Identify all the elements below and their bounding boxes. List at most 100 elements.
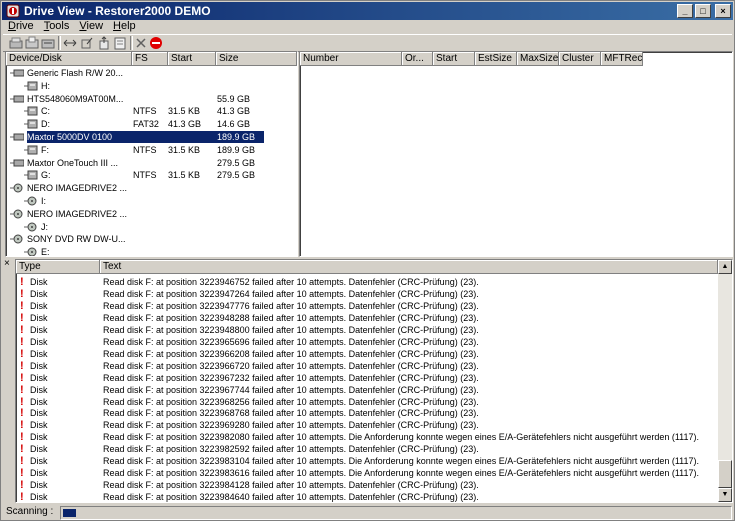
log-entry-text: Read disk F: at position 3223966720 fail… <box>103 360 479 371</box>
tree-item-partition[interactable]: J: <box>6 221 297 233</box>
tree-item-partition[interactable]: D: FAT32 41.3 GB 14.6 GB <box>6 118 297 130</box>
menu-drive[interactable]: Drive <box>2 19 38 34</box>
log-entry[interactable]: ! Disk Read disk F: at position 3223947776… <box>16 300 716 312</box>
log-entry-text: Read disk F: at position 3223968768 fail… <box>103 408 479 419</box>
maximize-button[interactable]: □ <box>695 4 711 18</box>
swap-icon[interactable] <box>63 36 77 50</box>
log-pane: × Type Text ! Disk Read disk F: at positio… <box>2 258 733 503</box>
stop-icon[interactable] <box>149 36 163 50</box>
log-vertical-scrollbar[interactable]: ▲ ▼ <box>718 260 732 502</box>
cd-drive-icon <box>10 234 23 244</box>
hard-disk-icon <box>10 69 24 77</box>
delete-icon[interactable] <box>134 36 148 50</box>
tree-item-partition[interactable]: E: <box>6 246 297 256</box>
tree-item-device[interactable]: HTS548060M9AT00M... 55.9 GB <box>6 93 297 105</box>
tree-item-name: NERO IMAGEDRIVE2 ... <box>27 183 128 194</box>
log-entry[interactable]: ! Disk Read disk F: at position 3223969280… <box>16 419 716 431</box>
close-log-icon[interactable]: × <box>4 259 14 269</box>
error-icon: ! <box>20 467 24 480</box>
tree-item-name: Maxtor OneTouch III ... <box>27 157 119 168</box>
log-entry[interactable]: ! Disk Read disk F: at position 3223983616… <box>16 467 716 479</box>
scroll-thumb[interactable] <box>718 460 732 488</box>
tree-item-fs: NTFS <box>133 170 157 181</box>
log-entry[interactable]: ! Disk Read disk F: at position 3223966720… <box>16 360 716 372</box>
menu-view[interactable]: View <box>73 19 107 34</box>
tree-item-device[interactable]: Maxtor OneTouch III ... 279.5 GB <box>6 157 297 169</box>
col-header-start[interactable]: Start <box>168 52 216 66</box>
log-entry-type: Disk <box>30 396 48 407</box>
log-entry-type: Disk <box>30 324 48 335</box>
log-entry[interactable]: ! Disk Read disk F: at position 3223983104… <box>16 455 716 467</box>
error-icon: ! <box>20 371 24 384</box>
log-entry-type: Disk <box>30 444 48 455</box>
tree-item-fs: FAT32 <box>133 119 159 130</box>
log-entry[interactable]: ! Disk Read disk F: at position 3223968256… <box>16 396 716 408</box>
tree-item-partition[interactable]: G: NTFS 31.5 KB 279.5 GB <box>6 169 297 181</box>
minimize-button[interactable]: _ <box>677 4 693 18</box>
log-entry[interactable]: ! Disk Read disk F: at position 3223966208… <box>16 348 716 360</box>
col-header-start[interactable]: Start <box>433 52 475 66</box>
export-icon[interactable] <box>97 36 111 50</box>
error-icon: ! <box>20 431 24 444</box>
log-list[interactable]: Type Text ! Disk Read disk F: at position … <box>15 259 733 503</box>
main-window: Drive View - Restorer2000 DEMO _ □ × Dri… <box>0 0 735 521</box>
log-entry[interactable]: ! Disk Read disk F: at position 3223982080… <box>16 431 716 443</box>
log-entry[interactable]: ! Disk Read disk F: at position 3223946752… <box>16 276 716 288</box>
toolbar-separator <box>130 36 133 50</box>
details-pane[interactable]: Number Or... Start EstSize MaxSize Clust… <box>299 51 733 257</box>
error-icon: ! <box>20 455 24 468</box>
menu-help[interactable]: Help <box>107 19 140 34</box>
col-header-number[interactable]: Number <box>300 52 402 66</box>
edit-icon[interactable] <box>80 36 94 50</box>
tree-item-device[interactable]: SONY DVD RW DW-U... <box>6 233 297 245</box>
scroll-down-icon[interactable]: ▼ <box>718 488 732 502</box>
log-entry-text: Read disk F: at position 3223948800 fail… <box>103 324 479 335</box>
tree-item-partition[interactable]: C: NTFS 31.5 KB 41.3 GB <box>6 105 297 117</box>
properties-icon[interactable] <box>113 36 127 50</box>
tree-item-partition[interactable]: I: <box>6 195 297 207</box>
col-header-order[interactable]: Or... <box>402 52 433 66</box>
col-header-maxsize[interactable]: MaxSize <box>517 52 559 66</box>
col-header-size[interactable]: Size <box>216 52 297 66</box>
log-entry[interactable]: ! Disk Read disk F: at position 3223982592… <box>16 443 716 455</box>
save-icon[interactable] <box>41 36 55 50</box>
log-entry[interactable]: ! Disk Read disk F: at position 3223984128… <box>16 479 716 491</box>
tree-item-device[interactable]: NERO IMAGEDRIVE2 ... <box>6 182 297 194</box>
device-tree-pane[interactable]: Device/Disk FS Start Size Generic Flash … <box>5 51 298 257</box>
tree-item-device[interactable]: Generic Flash R/W 20... <box>6 67 297 79</box>
scroll-up-icon[interactable]: ▲ <box>718 260 732 274</box>
log-entry-text: Read disk F: at position 3223966208 fail… <box>103 348 479 359</box>
open-image-icon[interactable] <box>25 36 39 50</box>
col-header-estsize[interactable]: EstSize <box>475 52 517 66</box>
title-bar[interactable]: Drive View - Restorer2000 DEMO _ □ × <box>2 2 733 20</box>
app-icon <box>6 4 20 18</box>
log-entry[interactable]: ! Disk Read disk F: at position 3223948288… <box>16 312 716 324</box>
open-drive-icon[interactable] <box>9 36 23 50</box>
log-entry[interactable]: ! Disk Read disk F: at position 3223948800… <box>16 324 716 336</box>
tree-item-size: 279.5 GB <box>217 157 256 168</box>
log-entry[interactable]: ! Disk Read disk F: at position 3223947264… <box>16 288 716 300</box>
col-header-fs[interactable]: FS <box>132 52 168 66</box>
col-header-type[interactable]: Type <box>16 260 100 274</box>
tree-item-partition[interactable]: F: NTFS 31.5 KB 189.9 GB <box>6 144 297 156</box>
log-entry[interactable]: ! Disk Read disk F: at position 3223967744… <box>16 384 716 396</box>
log-entry[interactable]: ! Disk Read disk F: at position 3223968768… <box>16 407 716 419</box>
tree-item-name: Generic Flash R/W 20... <box>27 68 124 78</box>
log-entry[interactable]: ! Disk Read disk F: at position 3223984640… <box>16 491 716 502</box>
error-icon: ! <box>20 287 24 300</box>
tree-item-name: SONY DVD RW DW-U... <box>27 234 126 245</box>
log-entry[interactable]: ! Disk Read disk F: at position 3223967232… <box>16 372 716 384</box>
col-header-device-disk[interactable]: Device/Disk <box>6 52 132 66</box>
menu-tools[interactable]: Tools <box>38 19 74 34</box>
log-entry[interactable]: ! Disk Read disk F: at position 3223965696… <box>16 336 716 348</box>
error-icon: ! <box>20 359 24 372</box>
col-header-text[interactable]: Text <box>100 260 718 274</box>
tree-item-partition[interactable]: H: <box>6 80 297 92</box>
col-header-mftrec[interactable]: MFTRec <box>601 52 643 66</box>
col-header-cluster[interactable]: Cluster <box>559 52 601 66</box>
tree-item-fs: NTFS <box>133 144 157 155</box>
close-button[interactable]: × <box>715 4 731 18</box>
partition-icon <box>24 119 38 129</box>
tree-item-device[interactable]: NERO IMAGEDRIVE2 ... <box>6 208 297 220</box>
tree-item-device[interactable]: Maxtor 5000DV 0100 189.9 GB <box>6 131 297 143</box>
